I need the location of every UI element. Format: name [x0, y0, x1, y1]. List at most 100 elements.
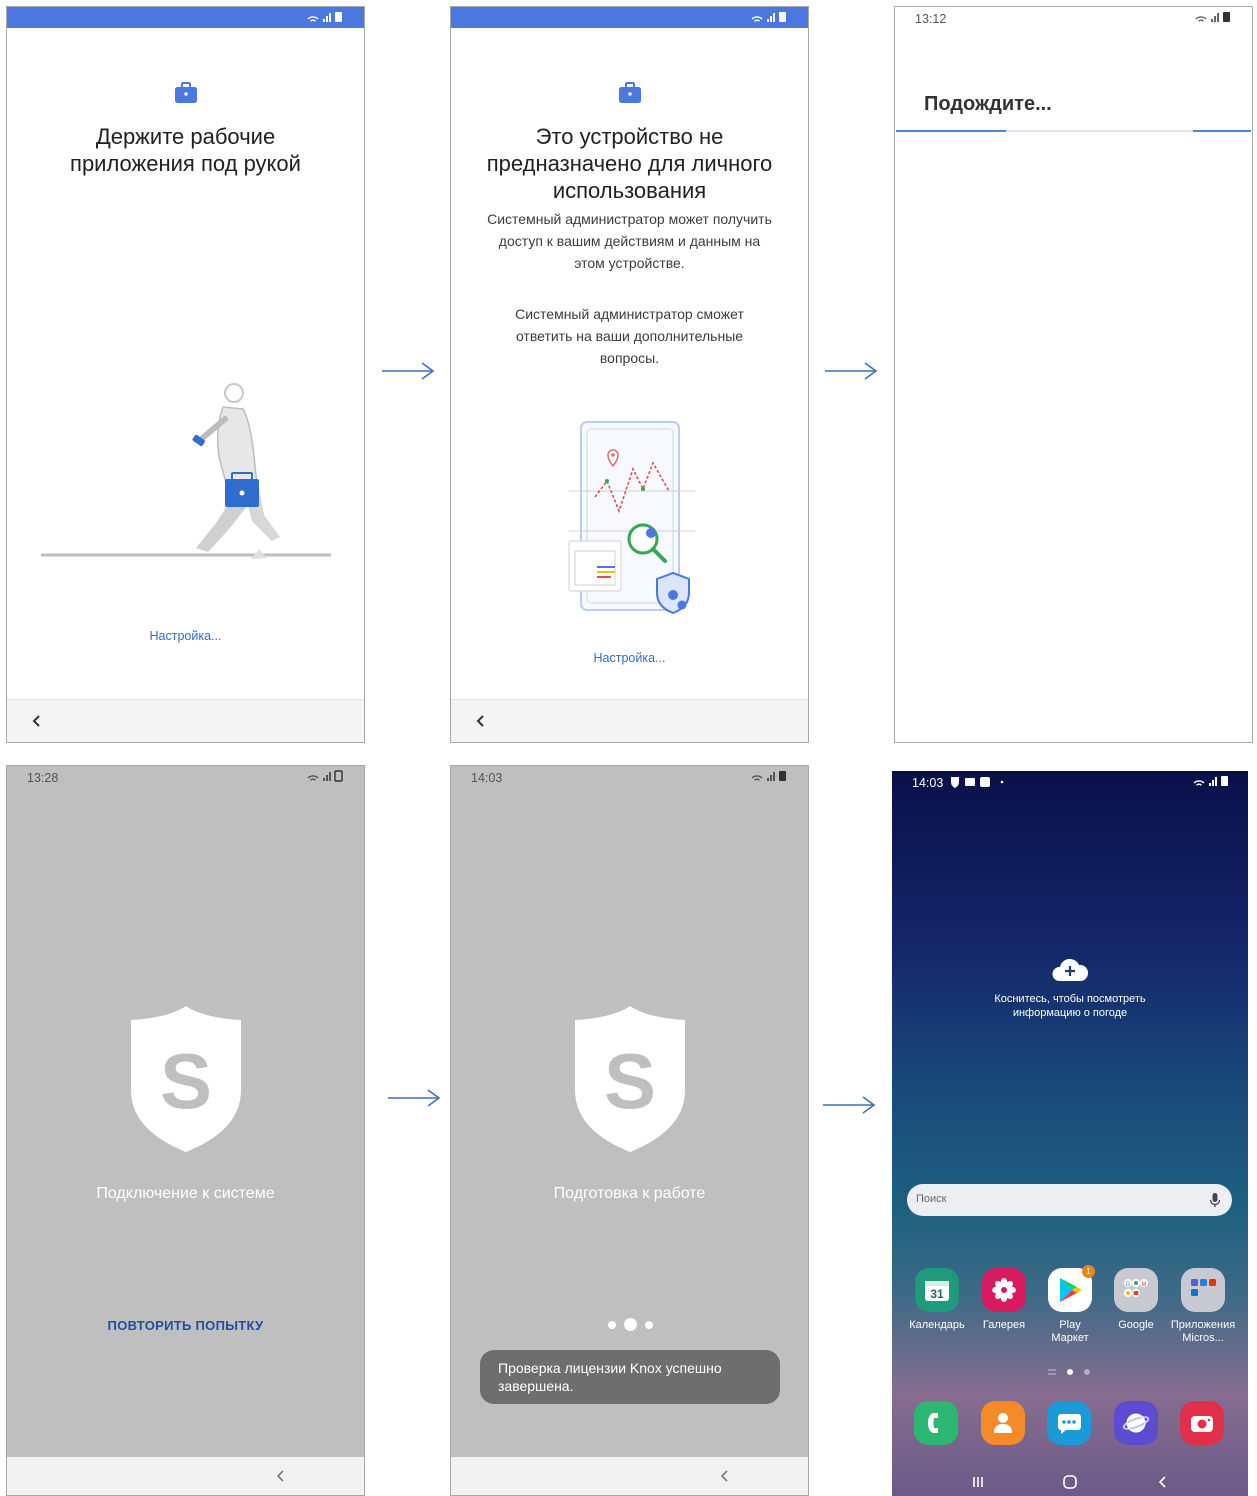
navigation-bar — [7, 699, 364, 742]
microsoft-folder-icon — [1181, 1268, 1225, 1312]
walking-person-illustration — [41, 383, 331, 559]
back-arrow-icon[interactable] — [713, 1464, 737, 1488]
briefcase-icon — [617, 80, 643, 106]
arrow-right-icon — [823, 360, 879, 382]
svg-text:M: M — [1142, 1282, 1147, 1288]
home-page-indicator-icon — [1048, 1369, 1056, 1375]
calendar-date: 31 — [930, 1287, 944, 1301]
status-bar: 14:03 — [451, 766, 808, 790]
svg-text:S: S — [604, 1037, 656, 1125]
contacts-app[interactable] — [981, 1401, 1025, 1445]
phone-screen-connecting: 13:28 S Подключение к системе ПОВТОРИТЬ … — [6, 765, 365, 1496]
page-title: Подождите... — [924, 93, 1052, 115]
arrow-right-icon — [386, 1087, 442, 1109]
status-bar — [451, 7, 808, 28]
svg-text:S: S — [160, 1037, 212, 1125]
phone-app[interactable] — [914, 1401, 958, 1445]
status-icons — [302, 769, 348, 783]
navigation-bar — [451, 699, 808, 742]
progress-bar — [896, 130, 1251, 132]
search-bar[interactable]: Поиск — [907, 1184, 1232, 1216]
microphone-icon[interactable] — [1209, 1192, 1221, 1208]
status-icons — [302, 10, 348, 24]
page-dot — [1084, 1369, 1090, 1375]
phone-screen-device-not-personal: Это устройство не предназначено для личн… — [450, 6, 809, 743]
weather-cloud-icon[interactable] — [1051, 957, 1089, 983]
notification-icons — [951, 777, 1004, 788]
phone-screen-wait: 13:12 Подождите... — [894, 6, 1253, 743]
phone-screen-home: 14:03 Коснитесь, чтобы посмотреть информ… — [892, 771, 1248, 1496]
app-google-folder[interactable]: G M Google — [1101, 1268, 1171, 1332]
page-title: Это устройство не предназначено для личн… — [486, 124, 773, 203]
knox-license-toast: Проверка лицензии Knox успешно завершена… — [480, 1350, 780, 1404]
internet-icon — [1122, 1413, 1150, 1433]
contacts-icon — [994, 1413, 1012, 1433]
app-label: Google — [1118, 1319, 1154, 1331]
status-bar: 14:03 — [892, 771, 1248, 795]
knox-shield-icon: S — [575, 1006, 685, 1152]
navigation-bar — [892, 1470, 1248, 1496]
admin-access-text: Системный администратор может получить д… — [487, 211, 772, 271]
app-label: Галерея — [982, 1319, 1026, 1331]
page-dot-active — [1067, 1369, 1073, 1375]
status-bar: 13:28 — [7, 766, 364, 790]
app-calendar[interactable]: 31 Календарь — [902, 1268, 972, 1332]
internet-app[interactable] — [1114, 1401, 1158, 1445]
back-arrow-icon[interactable] — [25, 709, 49, 733]
svg-text:G: G — [1126, 1282, 1131, 1288]
app-label: Календарь — [909, 1319, 965, 1331]
app-gallery[interactable]: Галерея — [969, 1268, 1039, 1332]
home-button-icon[interactable] — [1060, 1472, 1080, 1492]
google-folder-icon: G M — [1114, 1268, 1158, 1312]
status-icons — [1190, 10, 1236, 24]
weather-widget-text[interactable]: Коснитесь, чтобы посмотреть информацию о… — [892, 992, 1248, 1020]
status-icons — [746, 10, 792, 24]
camera-icon — [1191, 1416, 1213, 1432]
app-play-store[interactable]: 1 Play Маркет — [1035, 1265, 1105, 1345]
back-arrow-icon[interactable] — [469, 709, 493, 733]
preparing-caption: Подготовка к работе — [553, 1185, 706, 1202]
status-time: 13:12 — [915, 12, 947, 26]
status-time: 14:03 — [912, 776, 944, 790]
calendar-icon: 31 — [915, 1268, 959, 1312]
loading-dot — [624, 1318, 637, 1331]
connecting-caption: Подключение к системе — [96, 1185, 275, 1202]
play-store-icon: 1 — [1048, 1265, 1095, 1312]
page-title: Держите рабочие приложения под рукой — [70, 124, 301, 176]
loading-dots — [608, 1318, 653, 1331]
status-time: 13:28 — [27, 771, 59, 785]
setup-link[interactable]: Настройка... — [451, 651, 808, 665]
arrow-right-icon — [380, 360, 436, 382]
app-label: Приложения Micros... — [1170, 1319, 1236, 1344]
back-arrow-icon[interactable] — [269, 1464, 293, 1488]
status-icons — [1188, 774, 1234, 788]
loading-dot — [608, 1320, 616, 1329]
navigation-bar — [7, 1457, 364, 1495]
app-microsoft-folder[interactable]: Приложения Micros... — [1168, 1268, 1238, 1345]
admin-questions-text: Системный администратор сможет ответить … — [515, 306, 744, 366]
navigation-bar — [451, 1457, 808, 1495]
status-bar — [7, 7, 364, 28]
phone-icon — [928, 1413, 938, 1433]
setup-link[interactable]: Настройка... — [7, 629, 364, 643]
knox-shield-icon: S — [131, 1006, 241, 1152]
app-label: Play Маркет — [1051, 1319, 1089, 1344]
status-icons — [746, 769, 792, 783]
back-arrow-icon[interactable] — [1153, 1472, 1173, 1492]
arrow-right-icon — [821, 1094, 877, 1116]
messages-app[interactable] — [1047, 1401, 1091, 1445]
briefcase-icon — [173, 80, 199, 106]
page-indicator — [1048, 1369, 1090, 1375]
gallery-icon — [982, 1268, 1026, 1312]
messages-icon — [1058, 1414, 1081, 1434]
loading-dot — [645, 1320, 653, 1329]
phone-screen-preparing: 14:03 S Подготовка к работе Проверка лиц… — [450, 765, 809, 1496]
device-monitoring-illustration — [568, 421, 695, 615]
retry-button[interactable]: ПОВТОРИТЬ ПОПЫТКУ — [7, 1318, 364, 1333]
phone-screen-work-apps: Держите рабочие приложения под рукой Нас… — [6, 6, 365, 743]
camera-app[interactable] — [1180, 1401, 1224, 1445]
progress-bar-fill-left — [896, 130, 1006, 132]
recent-apps-icon[interactable] — [968, 1472, 988, 1492]
progress-bar-fill-right — [1193, 130, 1251, 132]
notification-badge: 1 — [1082, 1265, 1095, 1278]
